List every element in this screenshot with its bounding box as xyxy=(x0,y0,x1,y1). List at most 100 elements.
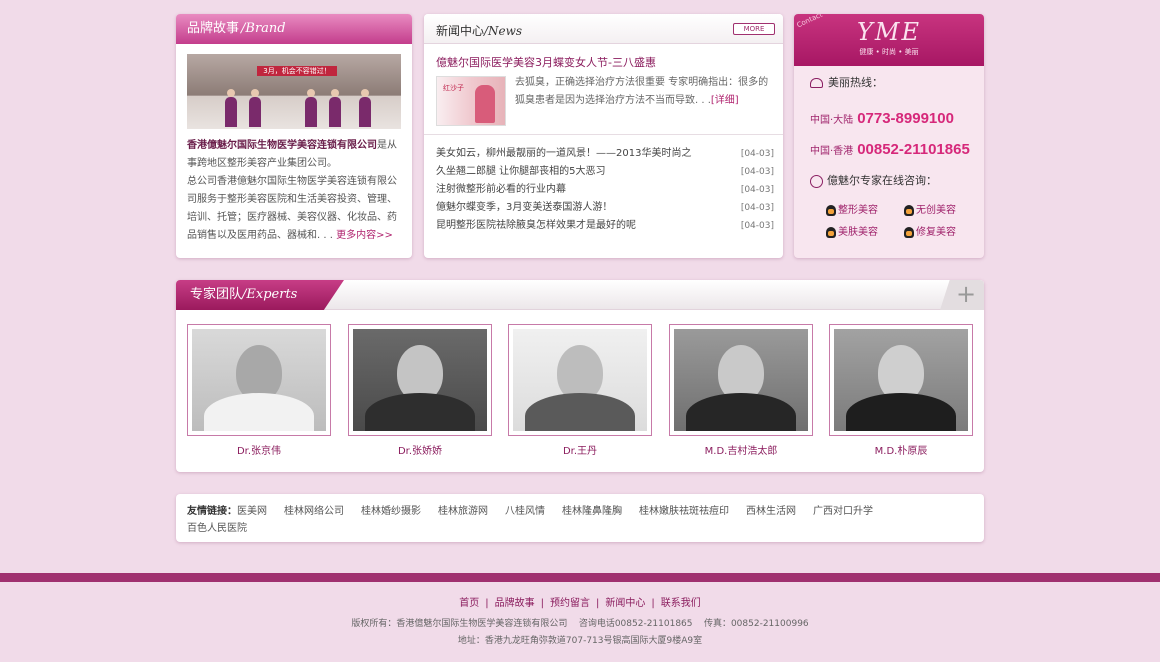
footer-phone: 咨询电话00852-21101865 xyxy=(578,619,693,629)
qq-icon xyxy=(904,226,914,238)
hotline-label: 美丽热线： xyxy=(810,74,883,90)
friend-links-label: 友情链接： xyxy=(187,506,237,517)
expert-card[interactable]: M.D.吉村浩太郎 xyxy=(669,324,813,457)
friend-link[interactable]: 广西对口升学 xyxy=(813,506,873,517)
friend-links: 友情链接：医美网 桂林网络公司 桂林婚纱摄影 桂林旅游网 八桂风情 桂林隆鼻隆胸 桂林嫩肤祛… xyxy=(187,503,977,537)
qq-link-noninvasive[interactable]: 无创美容 xyxy=(904,201,956,216)
qq-icon xyxy=(826,204,836,216)
news-title-en: /News xyxy=(484,24,523,38)
friend-link[interactable]: 医美网 xyxy=(237,506,267,517)
footer-link-contact[interactable]: 联系我们 xyxy=(661,598,701,609)
brand-more-link[interactable]: 更多内容>> xyxy=(336,230,393,241)
brand-photo[interactable]: 3月，机会不容错过！ xyxy=(187,54,401,129)
expert-photo[interactable] xyxy=(513,329,647,431)
expert-name[interactable]: Dr.张娇娇 xyxy=(348,442,492,457)
expert-photo[interactable] xyxy=(674,329,808,431)
news-item-date: [04-03] xyxy=(740,221,774,231)
expert-name[interactable]: M.D.吉村浩太郎 xyxy=(669,442,813,457)
footer-bar xyxy=(0,573,1160,582)
qq-label: 无创美容 xyxy=(916,205,956,216)
experts-panel: 专家团队/Experts + Dr.张京伟 Dr.张娇娇 Dr.王丹 M.D.吉… xyxy=(176,280,984,472)
friend-link[interactable]: 桂林网络公司 xyxy=(284,506,344,517)
news-item-date: [04-03] xyxy=(740,149,774,159)
qq-link-plastic[interactable]: 整形美容 xyxy=(826,201,878,216)
qq-link-skin[interactable]: 美肤美容 xyxy=(826,223,878,238)
news-item-date: [04-03] xyxy=(740,203,774,213)
footer-link-brand[interactable]: 品牌故事 xyxy=(495,598,535,609)
brand-panel: 品牌故事/Brand 3月，机会不容错过！ 香港億魅尔国际生物医学美容连锁有限公… xyxy=(176,14,412,258)
experts-title-tab: 专家团队/Experts xyxy=(176,280,344,310)
phone-icon xyxy=(810,78,823,88)
qq-label: 美肤美容 xyxy=(838,227,878,238)
news-item-date: [04-03] xyxy=(740,167,774,177)
news-thumb-text: 红沙子 xyxy=(443,84,464,92)
brand-title-en: /Brand xyxy=(241,21,286,36)
expert-card[interactable]: Dr.张京伟 xyxy=(187,324,331,457)
phone-number: 00852-21101865 xyxy=(857,141,970,158)
consult-label-text: 億魅尔专家在线咨询： xyxy=(827,174,937,187)
brand-text: 香港億魅尔国际生物医学美容连锁有限公司是从事跨地区整形美容产业集团公司。 总公司… xyxy=(187,137,403,245)
friend-link[interactable]: 桂林嫩肤祛斑祛痘印 xyxy=(639,506,729,517)
friend-link[interactable]: 西林生活网 xyxy=(746,506,796,517)
news-more-button[interactable]: MORE xyxy=(733,23,775,35)
brand-company-name: 香港億魅尔国际生物医学美容连锁有限公司 xyxy=(187,140,377,151)
footer-link-news[interactable]: 新闻中心 xyxy=(605,598,645,609)
news-list-item[interactable]: 昆明整形医院祛除腋臭怎样效果才是最好的呢 [04-03] xyxy=(436,217,774,235)
expert-name[interactable]: Dr.张京伟 xyxy=(187,442,331,457)
friend-link[interactable]: 桂林婚纱摄影 xyxy=(361,506,421,517)
yme-logo-text: YME xyxy=(857,18,921,46)
friend-link[interactable]: 桂林隆鼻隆胸 xyxy=(562,506,622,517)
yme-logo: Contact YME 健康 • 时尚 • 美丽 xyxy=(794,14,984,66)
experts-title-en: /Experts xyxy=(242,287,298,302)
qq-label: 修复美容 xyxy=(916,227,956,238)
consult-label: 億魅尔专家在线咨询： xyxy=(810,172,937,188)
contact-panel: Contact YME 健康 • 时尚 • 美丽 美丽热线： 中国·大陆 0773… xyxy=(794,14,984,258)
news-list-item[interactable]: 美女如云，柳州最靓丽的一道风景！——2013华美时尚之 [04-03] xyxy=(436,145,774,163)
news-header: 新闻中心/News MORE xyxy=(424,14,783,44)
expert-name[interactable]: Dr.王丹 xyxy=(508,442,652,457)
expert-card[interactable]: Dr.张娇娇 xyxy=(348,324,492,457)
news-featured-title[interactable]: 億魅尔国际医学美容3月蝶变女人节-三八盛惠 xyxy=(436,54,656,70)
news-list-item[interactable]: 久坐翘二郎腿 让你腿部丧相的5大恶习 [04-03] xyxy=(436,163,774,181)
phone-region: 中国·香港 xyxy=(810,146,854,157)
chat-icon xyxy=(810,174,823,188)
plus-icon[interactable]: + xyxy=(940,280,984,310)
qq-link-repair[interactable]: 修复美容 xyxy=(904,223,956,238)
footer-copyright: 版权所有：香港億魅尔国际生物医学美容连锁有限公司 xyxy=(351,619,568,629)
phone-hongkong: 中国·香港 00852-21101865 xyxy=(810,141,970,158)
friend-link[interactable]: 桂林旅游网 xyxy=(438,506,488,517)
expert-photo[interactable] xyxy=(192,329,326,431)
news-featured-thumbnail[interactable]: 红沙子 xyxy=(436,76,506,126)
brand-photo-sign: 3月，机会不容错过！ xyxy=(257,66,337,76)
expert-card[interactable]: Dr.王丹 xyxy=(508,324,652,457)
news-list: 美女如云，柳州最靓丽的一道风景！——2013华美时尚之 [04-03] 久坐翘二郎… xyxy=(436,145,774,235)
phone-number: 0773-8999100 xyxy=(857,110,954,127)
friend-link[interactable]: 八桂风情 xyxy=(505,506,545,517)
brand-title: 品牌故事 xyxy=(187,21,240,36)
brand-header: 品牌故事/Brand xyxy=(176,14,412,44)
footer-address: 地址：香港九龙旺角弥敦道707-713号银高国际大厦9楼A9室 xyxy=(457,636,703,646)
expert-name[interactable]: M.D.朴原辰 xyxy=(829,442,973,457)
footer-link-home[interactable]: 首页 xyxy=(459,598,479,609)
divider xyxy=(424,134,783,135)
news-item-date: [04-03] xyxy=(740,185,774,195)
footer-link-booking[interactable]: 预约留言 xyxy=(550,598,590,609)
experts-title: 专家团队 xyxy=(190,287,243,302)
news-list-item[interactable]: 注射微整形前必看的行业内幕 [04-03] xyxy=(436,181,774,199)
news-list-item[interactable]: 億魅尔蝶变季，3月变美送泰国游人游！ [04-03] xyxy=(436,199,774,217)
news-item-title: 美女如云，柳州最靓丽的一道风景！——2013华美时尚之 xyxy=(436,148,692,159)
footer-copyright-line: 版权所有：香港億魅尔国际生物医学美容连锁有限公司 咨询电话00852-21101… xyxy=(0,616,1160,629)
expert-photo[interactable] xyxy=(353,329,487,431)
experts-header: 专家团队/Experts + xyxy=(176,280,984,310)
qq-icon xyxy=(826,226,836,238)
expert-card[interactable]: M.D.朴原辰 xyxy=(829,324,973,457)
news-detail-link[interactable]: [详细] xyxy=(711,95,739,106)
qq-label: 整形美容 xyxy=(838,205,878,216)
yme-logo-sub: 健康 • 时尚 • 美丽 xyxy=(859,48,919,56)
friend-link[interactable]: 百色人民医院 xyxy=(187,523,247,534)
qq-icon xyxy=(904,204,914,216)
hotline-label-text: 美丽热线： xyxy=(828,76,883,89)
news-item-title: 億魅尔蝶变季，3月变美送泰国游人游！ xyxy=(436,202,613,213)
expert-photo[interactable] xyxy=(834,329,968,431)
news-panel: 新闻中心/News MORE 億魅尔国际医学美容3月蝶变女人节-三八盛惠 红沙子… xyxy=(424,14,783,258)
